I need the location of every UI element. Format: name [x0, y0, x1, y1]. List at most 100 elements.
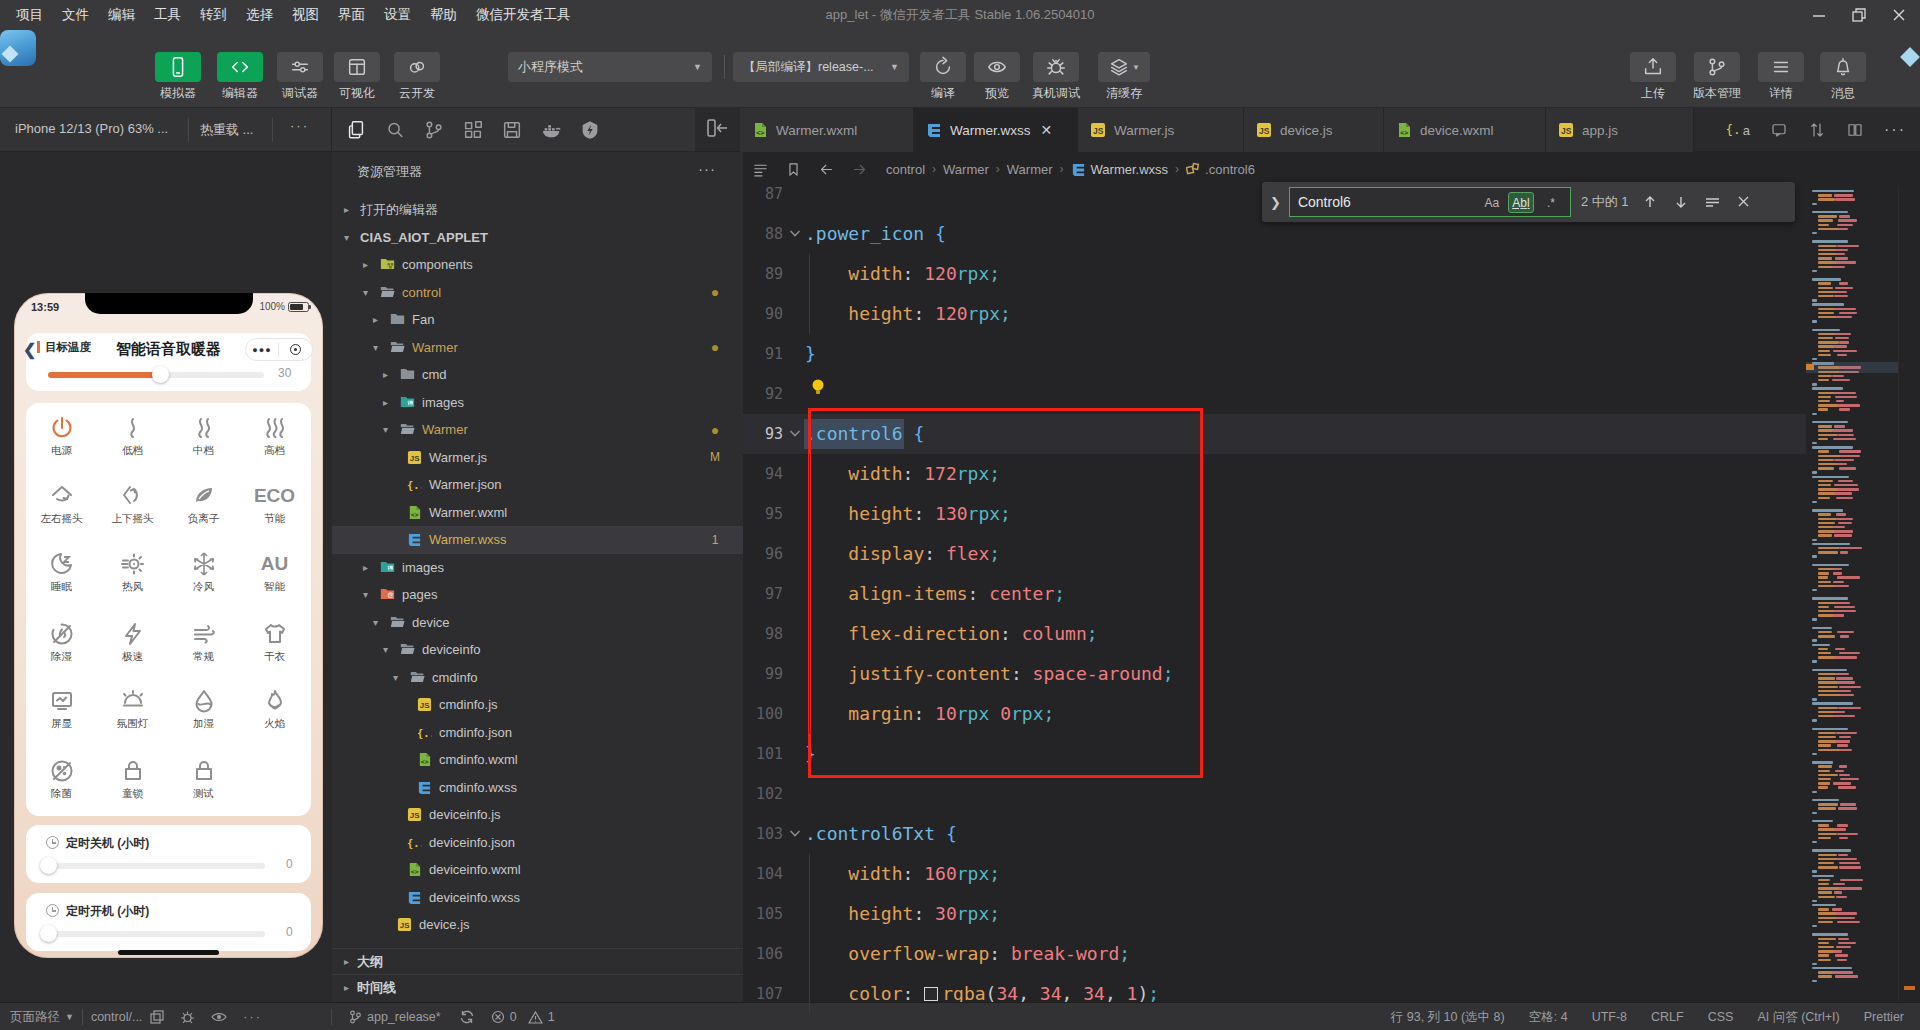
regex-icon[interactable]: .* [1540, 192, 1562, 213]
find-next-icon[interactable] [1674, 195, 1688, 209]
control-常规[interactable]: 常规 [168, 621, 239, 664]
debug-icon[interactable] [180, 1010, 195, 1024]
tab-Warmer.wxss[interactable]: Warmer.wxss✕ [914, 108, 1078, 152]
close-icon[interactable] [1892, 8, 1906, 22]
tree-item-cmdinfo.js[interactable]: JScmdinfo.js [332, 691, 743, 719]
control-除湿[interactable]: 除湿 [26, 621, 97, 664]
tree-item-deviceinfo.js[interactable]: JSdeviceinfo.js [332, 801, 743, 829]
tab-app.js[interactable]: JSapp.js [1546, 108, 1694, 152]
tree-item-cmd[interactable]: ▸cmd [332, 361, 743, 389]
minimize-icon[interactable] [1812, 8, 1826, 22]
control-负离子[interactable]: 负离子 [168, 483, 239, 526]
control-低档[interactable]: 低档 [97, 415, 168, 458]
api-icon[interactable]: {..}a [1723, 120, 1750, 140]
control-测试[interactable]: 测试 [168, 758, 239, 801]
activity-files-icon[interactable] [345, 119, 367, 141]
control-左右摇头[interactable]: 左右摇头 [26, 483, 97, 526]
tree-item-components[interactable]: ▸components [332, 251, 743, 279]
simulator-more-icon[interactable]: ··· [290, 118, 309, 133]
tree-item-Warmer[interactable]: ▾Warmer● [332, 334, 743, 362]
activity-git-icon[interactable] [423, 119, 445, 141]
tree-item-cmdinfo[interactable]: ▾cmdinfo [332, 664, 743, 692]
tree-item-Warmer.wxml[interactable]: <>Warmer.wxml [332, 499, 743, 527]
tree-item-CIAS_AIOT_APPLET[interactable]: ▾CIAS_AIOT_APPLET [332, 224, 743, 252]
menu-9[interactable]: 帮助 [430, 6, 457, 24]
timer-slider[interactable] [47, 863, 265, 869]
temperature-slider-knob[interactable] [152, 366, 169, 383]
compile-mode-select[interactable]: 【局部编译】release-...▼ [733, 52, 909, 82]
control-屏显[interactable]: 屏显 [26, 688, 97, 731]
miniapp-capsule[interactable]: ●●● [245, 338, 313, 361]
control-极速[interactable]: 极速 [97, 621, 168, 664]
control-节能[interactable]: ECO节能 [239, 483, 310, 526]
page-path-label[interactable]: 页面路径 [10, 1009, 60, 1026]
tab-device.wxml[interactable]: <>device.wxml [1384, 108, 1546, 152]
find-expand-icon[interactable]: ❯ [1270, 195, 1281, 210]
tree-item-images[interactable]: ▸images [332, 389, 743, 417]
tree-item-deviceinfo.wxss[interactable]: deviceinfo.wxss [332, 884, 743, 912]
tree-item-Warmer[interactable]: ▾Warmer● [332, 416, 743, 444]
tree-item-Warmer.js[interactable]: JSWarmer.jsM [332, 444, 743, 472]
warnings-icon[interactable] [528, 1011, 543, 1024]
formatter[interactable]: Prettier [1864, 1010, 1904, 1024]
menu-7[interactable]: 界面 [338, 6, 365, 24]
tree-item-deviceinfo[interactable]: ▾deviceinfo [332, 636, 743, 664]
eye-icon[interactable] [211, 1011, 227, 1023]
timer-slider-knob[interactable] [40, 925, 57, 942]
menu-3[interactable]: 工具 [154, 6, 181, 24]
menu-1[interactable]: 文件 [62, 6, 89, 24]
tree-item-device.js[interactable]: JSdevice.js [332, 911, 743, 939]
activity-grid-icon[interactable] [462, 119, 484, 141]
activity-docker-icon[interactable] [540, 119, 562, 141]
menu-0[interactable]: 项目 [16, 6, 43, 24]
indentation[interactable]: 空格: 4 [1529, 1009, 1568, 1026]
version-button[interactable] [1694, 52, 1740, 82]
tree-item-deviceinfo.wxml[interactable]: <>deviceinfo.wxml [332, 856, 743, 884]
tree-item-deviceinfo.json[interactable]: {..}deviceinfo.json [332, 829, 743, 857]
mode-select[interactable]: 小程序模式▼ [508, 52, 712, 82]
debugger-button[interactable] [277, 52, 323, 82]
timer-slider[interactable] [47, 931, 265, 937]
errors-icon[interactable] [491, 1010, 505, 1024]
menu-10[interactable]: 微信开发者工具 [476, 6, 571, 24]
menu-4[interactable]: 转到 [200, 6, 227, 24]
comment-icon[interactable] [1770, 121, 1788, 139]
tree-item-cmdinfo.wxml[interactable]: <>cmdinfo.wxml [332, 746, 743, 774]
activity-save-icon[interactable] [501, 119, 523, 141]
preview-button[interactable] [974, 52, 1020, 82]
avatar[interactable] [0, 30, 36, 66]
editor-button[interactable] [217, 52, 263, 82]
find-input[interactable]: Control6 Aa Ab̲l .* [1289, 187, 1571, 217]
control-睡眠[interactable]: 睡眠 [26, 551, 97, 594]
explorer-more-icon[interactable]: ··· [698, 160, 716, 177]
control-电源[interactable]: 电源 [26, 415, 97, 458]
menu-6[interactable]: 视图 [292, 6, 319, 24]
device-selector[interactable]: iPhone 12/13 (Pro) 63% ... [15, 121, 168, 136]
clear-cache-button[interactable]: ▼ [1098, 52, 1150, 82]
encoding[interactable]: UTF-8 [1592, 1010, 1627, 1024]
control-热风[interactable]: 热风 [97, 551, 168, 594]
menu-5[interactable]: 选择 [246, 6, 273, 24]
tree-item-device[interactable]: ▾device [332, 609, 743, 637]
split-editor-icon[interactable] [1846, 121, 1864, 139]
tree-item-cmdinfo.wxss[interactable]: cmdinfo.wxss [332, 774, 743, 802]
restore-icon[interactable] [1852, 8, 1866, 22]
menu-2[interactable]: 编辑 [108, 6, 135, 24]
page-path-value[interactable]: control/... [91, 1010, 142, 1024]
tree-item-images[interactable]: ▸images [332, 554, 743, 582]
compare-icon[interactable] [1808, 121, 1826, 139]
control-童锁[interactable]: 童锁 [97, 758, 168, 801]
whole-word-icon[interactable]: Ab̲l [1508, 192, 1534, 213]
activity-shield-icon[interactable] [579, 119, 601, 141]
tab-Warmer.wxml[interactable]: <>Warmer.wxml [740, 108, 914, 152]
tree-item-打开的编辑器[interactable]: ▸打开的编辑器 [332, 196, 743, 224]
eol-sequence[interactable]: CRLF [1651, 1010, 1684, 1024]
find-prev-icon[interactable] [1643, 195, 1657, 209]
control-火焰[interactable]: 火焰 [239, 688, 310, 731]
tab-close-icon[interactable]: ✕ [1041, 122, 1053, 138]
tree-item-Fan[interactable]: ▸Fan [332, 306, 743, 334]
control-除菌[interactable]: 除菌 [26, 758, 97, 801]
simulator-button[interactable] [155, 52, 201, 82]
section-时间线[interactable]: ▸时间线 [332, 974, 743, 1000]
compile-button[interactable] [920, 52, 966, 82]
